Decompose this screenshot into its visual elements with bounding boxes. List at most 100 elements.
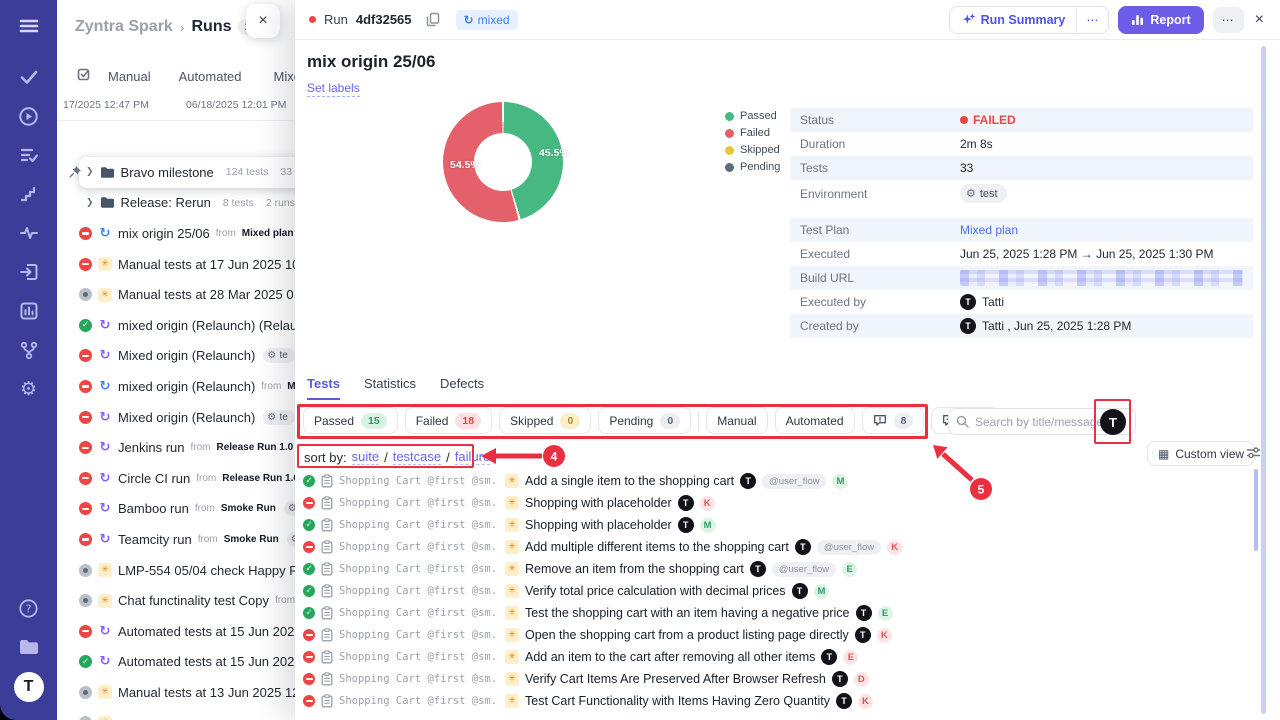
run-list-item[interactable]: LMP-554 05/04 check Happy F [57, 555, 295, 586]
test-title[interactable]: Add an item to the cart after removing a… [525, 650, 815, 664]
run-plan-name[interactable]: Smoke Run [221, 503, 276, 514]
run-name: Automated tests at 15 Jun 2025 [118, 624, 295, 639]
run-list-item[interactable]: Circle CI run from Release Run 1.0 [57, 463, 295, 494]
tab-tests[interactable]: Tests [307, 376, 340, 400]
run-list-item[interactable]: Manual tests at 13 Jun 2025 12 [57, 677, 295, 708]
testcase-clipboard-icon [321, 540, 333, 554]
settings-gear-icon[interactable]: ⚙ [15, 375, 43, 403]
tab-manual[interactable]: Manual [108, 69, 151, 84]
test-title[interactable]: Test Cart Functionality with Items Havin… [525, 694, 830, 708]
run-list-item[interactable]: Jenkins run from Release Run 1.0 [57, 432, 295, 463]
test-plan-link[interactable]: Mixed plan [960, 223, 1018, 237]
run-list-item[interactable] [57, 708, 295, 720]
plans-icon[interactable] [15, 141, 43, 169]
select-all-icon[interactable] [77, 66, 92, 86]
integrations-icon[interactable] [15, 336, 43, 364]
run-list-item[interactable]: Chat functinality test Copy from [57, 585, 295, 616]
filter-automated-button[interactable]: Automated [775, 407, 855, 434]
user-avatar[interactable]: T [14, 672, 44, 702]
close-run-button[interactable]: × [1253, 11, 1266, 29]
filter-sliders-icon[interactable] [1246, 446, 1261, 465]
tab-defects[interactable]: Defects [440, 376, 484, 400]
test-title[interactable]: Add a single item to the shopping cart [525, 474, 734, 488]
run-list-item[interactable]: mix origin 25/06 from Mixed plan [57, 218, 295, 249]
test-title[interactable]: Verify total price calculation with deci… [525, 584, 786, 598]
comment-icon [873, 414, 887, 427]
test-title[interactable]: Open the shopping cart from a product li… [525, 628, 849, 642]
milestones-icon[interactable] [15, 180, 43, 208]
run-list-item[interactable]: mixed origin (Relaunch) from Mi [57, 371, 295, 402]
run-summary-more-icon[interactable]: ⋯ [1076, 7, 1108, 33]
filter-failed-button[interactable]: Failed18 [405, 407, 492, 434]
run-list-item[interactable]: Bamboo run from Smoke Run te [57, 494, 295, 525]
list-scrollbar-thumb[interactable] [1254, 469, 1258, 551]
chevron-right-icon[interactable] [86, 198, 94, 208]
run-status-icon [79, 686, 92, 699]
assignee-avatar[interactable]: T [1100, 409, 1126, 435]
run-list-item[interactable]: Mixed origin (Relaunch) te [57, 402, 295, 433]
test-row[interactable]: Shopping Cart @first @sm... Verify total… [303, 580, 1278, 602]
test-row[interactable]: Shopping Cart @first @sm... Verify Cart … [303, 668, 1278, 690]
run-plan-name[interactable]: Release Run 1.0 [222, 473, 295, 484]
test-row[interactable]: Shopping Cart @first @sm... Add multiple… [303, 536, 1278, 558]
run-list-item[interactable]: Manual tests at 28 Mar 2025 0 [57, 279, 295, 310]
run-summary-button[interactable]: Run Summary ⋯ [949, 6, 1110, 34]
run-list-item[interactable]: Teamcity run from Smoke Run te [57, 524, 295, 555]
set-labels-link[interactable]: Set labels [307, 81, 360, 97]
filter-manual-button[interactable]: Manual [706, 407, 767, 434]
sort-testcase-link[interactable]: testcase [393, 449, 441, 465]
run-list-item[interactable]: mixed origin (Relaunch) (Relau [57, 310, 295, 341]
test-row[interactable]: Shopping Cart @first @sm... Shopping wit… [303, 492, 1278, 514]
test-row[interactable]: Shopping Cart @first @sm... Test Cart Fu… [303, 690, 1278, 712]
sort-failure-link[interactable]: failure [455, 449, 490, 465]
sort-suite-link[interactable]: suite [352, 449, 379, 465]
projects-folder-icon[interactable] [15, 633, 43, 661]
custom-view-button[interactable]: ▦ Custom view [1147, 441, 1255, 466]
import-icon[interactable] [15, 258, 43, 286]
run-list-item[interactable]: Automated tests at 15 Jun 2025 [57, 616, 295, 647]
chevron-right-icon[interactable] [86, 167, 94, 177]
filter-passed-button[interactable]: Passed15 [303, 407, 398, 434]
run-plan-name[interactable]: Smoke Run [224, 534, 279, 545]
run-list-item[interactable]: Manual tests at 17 Jun 2025 10 [57, 249, 295, 280]
test-title[interactable]: Verify Cart Items Are Preserved After Br… [525, 672, 826, 686]
more-actions-button[interactable]: ⋯ [1213, 7, 1244, 33]
milestone-folder-row[interactable]: Release: Rerun 8 tests 2 runs [57, 188, 295, 219]
project-name[interactable]: Zyntra Spark [75, 18, 173, 36]
run-plan-name[interactable]: Release Run 1.0 [216, 442, 293, 453]
runs-icon[interactable] [15, 102, 43, 130]
test-row[interactable]: Shopping Cart @first @sm... Open the sho… [303, 624, 1278, 646]
test-cases-icon[interactable] [15, 63, 43, 91]
test-row[interactable]: Shopping Cart @first @sm... Shopping wit… [303, 514, 1278, 536]
tab-automated[interactable]: Automated [179, 69, 242, 84]
test-title[interactable]: Remove an item from the shopping cart [525, 562, 744, 576]
test-row[interactable]: Shopping Cart @first @sm... Test the sho… [303, 602, 1278, 624]
run-plan-name[interactable]: Mixed plan [242, 228, 294, 239]
test-title[interactable]: Shopping with placeholder [525, 518, 672, 532]
run-list-item[interactable]: Mixed origin (Relaunch) te [57, 341, 295, 372]
milestone-folder-row[interactable]: Bravo milestone 124 tests 33 runs [79, 157, 295, 188]
run-list-item[interactable]: Automated tests at 15 Jun 2025 [57, 647, 295, 678]
filter-pending-button[interactable]: Pending0 [598, 407, 691, 434]
test-title[interactable]: Shopping with placeholder [525, 496, 672, 510]
reports-icon[interactable] [15, 297, 43, 325]
panel-scrollbar[interactable] [1261, 46, 1266, 714]
test-row[interactable]: Shopping Cart @first @sm... Add an item … [303, 646, 1278, 668]
help-icon[interactable]: ? [15, 594, 43, 622]
menu-icon[interactable] [15, 12, 43, 40]
activity-icon[interactable] [15, 219, 43, 247]
filter-comments-button[interactable]: 8 [862, 407, 925, 434]
tab-mixed[interactable]: Mixed [274, 69, 295, 84]
run-plan-name[interactable]: Mi [287, 381, 295, 392]
panel-close-button[interactable]: × [246, 4, 280, 38]
report-button[interactable]: Report [1118, 6, 1203, 34]
run-type-badge[interactable]: mixed [456, 10, 518, 30]
test-title[interactable]: Add multiple different items to the shop… [525, 540, 789, 554]
test-row[interactable]: Shopping Cart @first @sm... Add a single… [303, 470, 1278, 492]
test-row[interactable]: Shopping Cart @first @sm... Remove an it… [303, 558, 1278, 580]
folder-runs-count: 33 runs [280, 166, 295, 178]
tab-statistics[interactable]: Statistics [364, 376, 416, 400]
copy-icon[interactable] [426, 12, 440, 27]
test-title[interactable]: Test the shopping cart with an item havi… [525, 606, 850, 620]
filter-skipped-button[interactable]: Skipped0 [499, 407, 591, 434]
